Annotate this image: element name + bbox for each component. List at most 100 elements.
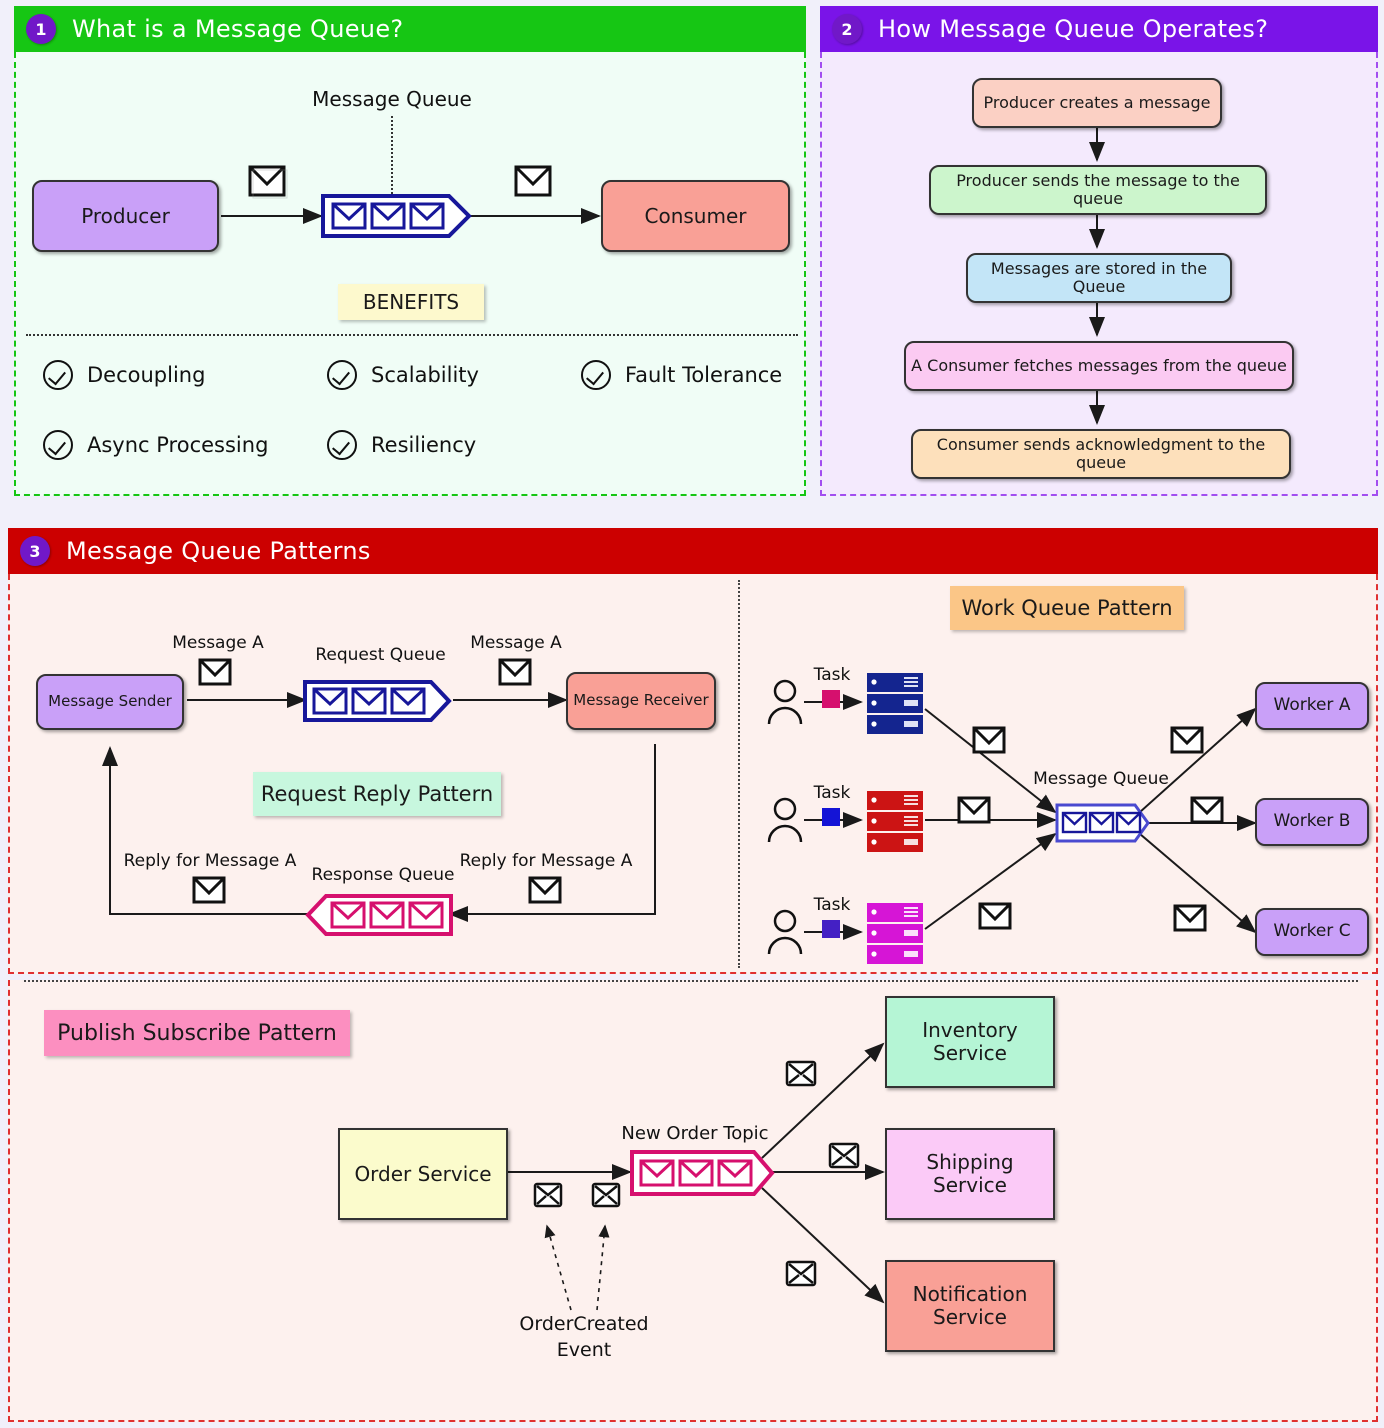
label-reply-right: Reply for Message A — [459, 851, 633, 871]
closed-envelope-icon — [533, 1180, 563, 1214]
closed-envelope-icon — [591, 1180, 621, 1214]
benefits-divider — [26, 334, 798, 336]
user-icon — [766, 796, 804, 848]
request-queue-widget[interactable] — [303, 678, 455, 728]
server-icon — [866, 790, 924, 856]
inventory-service-line1: Inventory — [922, 1018, 1018, 1042]
panel-what-is-a-message-queue: 1 What is a Message Queue? Message Queue… — [14, 6, 806, 496]
panel3-lower-body: Publish Subscribe Pattern Order Service … — [8, 980, 1378, 1422]
node-producer[interactable]: Producer — [32, 180, 219, 252]
label-task-2: Task — [813, 783, 851, 803]
closed-envelope-icon — [828, 1140, 860, 1176]
node-worker-c[interactable]: Worker C — [1255, 908, 1369, 956]
flow-step-5[interactable]: Consumer sends acknowledgment to the que… — [911, 429, 1291, 479]
response-queue-widget[interactable] — [304, 892, 454, 942]
label-ordercreated-event-line1: OrderCreated — [519, 1313, 649, 1335]
label-task-3: Task — [813, 895, 851, 915]
node-message-receiver[interactable]: Message Receiver — [566, 672, 716, 730]
benefit-label: Resiliency — [371, 433, 477, 457]
node-inventory-service[interactable]: Inventory Service — [885, 996, 1055, 1088]
label-message-a-right: Message A — [470, 633, 562, 653]
envelope-icon — [972, 726, 1008, 762]
envelope-icon — [192, 876, 228, 912]
benefit-label: Scalability — [371, 363, 479, 387]
envelope-icon — [1173, 904, 1209, 940]
panel2-body: Producer creates a message Producer send… — [820, 52, 1378, 496]
tag-publish-subscribe-pattern: Publish Subscribe Pattern — [44, 1010, 350, 1056]
server-icon — [866, 902, 924, 968]
envelope-icon — [198, 658, 234, 694]
panel3-upper-body: Message A Request Queue Message Sender M… — [8, 574, 1378, 974]
notification-service-line1: Notification — [912, 1282, 1028, 1306]
panel2-number-badge: 2 — [832, 14, 862, 44]
task-marker — [822, 920, 840, 938]
envelope-icon — [498, 658, 534, 694]
closed-envelope-icon — [785, 1058, 817, 1094]
user-icon — [766, 908, 804, 960]
pattern-separator — [738, 580, 740, 968]
panel2-title: How Message Queue Operates? — [878, 15, 1269, 43]
envelope-icon — [957, 796, 993, 832]
tag-work-queue-pattern: Work Queue Pattern — [950, 586, 1184, 630]
panel-message-queue-patterns: 3 Message Queue Patterns Message A Reque… — [8, 528, 1378, 1422]
label-task-1: Task — [813, 665, 851, 685]
envelope-icon — [247, 164, 289, 206]
work-message-queue-widget[interactable] — [1055, 802, 1151, 848]
user-icon — [766, 678, 804, 730]
envelope-icon — [1190, 796, 1226, 832]
node-shipping-service[interactable]: Shipping Service — [885, 1128, 1055, 1220]
envelope-icon — [528, 876, 564, 912]
benefits-title: BENEFITS — [338, 284, 484, 320]
panel1-queue-leader — [391, 116, 393, 202]
panel1-number-badge: 1 — [26, 14, 56, 44]
tag-request-reply-pattern: Request Reply Pattern — [253, 772, 501, 816]
envelope-icon — [513, 164, 555, 206]
check-icon — [327, 430, 357, 460]
message-queue-widget[interactable] — [321, 192, 473, 244]
task-marker — [822, 690, 840, 708]
envelope-icon — [1170, 726, 1206, 762]
node-message-sender[interactable]: Message Sender — [36, 674, 184, 730]
panel1-arrow-producer-to-queue — [221, 208, 601, 224]
infographic-page: 1 What is a Message Queue? Message Queue… — [0, 0, 1384, 1428]
check-icon — [327, 360, 357, 390]
pubsub-divider — [24, 980, 1358, 982]
node-worker-a[interactable]: Worker A — [1255, 682, 1369, 730]
check-icon — [581, 360, 611, 390]
flow-step-1[interactable]: Producer creates a message — [972, 78, 1222, 128]
envelope-icon — [978, 902, 1014, 938]
server-icon — [866, 672, 924, 738]
panel3-number-badge: 3 — [20, 536, 50, 566]
closed-envelope-icon — [785, 1258, 817, 1294]
panel2-header: 2 How Message Queue Operates? — [820, 6, 1378, 52]
label-request-queue: Request Queue — [315, 645, 446, 665]
inventory-service-line2: Service — [933, 1041, 1007, 1065]
label-ordercreated-event-line2: Event — [556, 1339, 612, 1361]
flow-step-3[interactable]: Messages are stored in the Queue — [966, 253, 1232, 303]
panel3-header: 3 Message Queue Patterns — [8, 528, 1378, 574]
node-order-service[interactable]: Order Service — [338, 1128, 508, 1220]
label-message-a-left: Message A — [172, 633, 264, 653]
new-order-topic-widget[interactable] — [630, 1148, 776, 1202]
benefit-label: Decoupling — [87, 363, 206, 387]
panel1-header: 1 What is a Message Queue? — [14, 6, 806, 52]
label-work-message-queue: Message Queue — [1033, 769, 1169, 789]
panel3-title: Message Queue Patterns — [66, 537, 371, 565]
check-icon — [43, 360, 73, 390]
label-reply-left: Reply for Message A — [123, 851, 297, 871]
flow-step-2[interactable]: Producer sends the message to the queue — [929, 165, 1267, 215]
node-notification-service[interactable]: Notification Service — [885, 1260, 1055, 1352]
panel1-queue-caption: Message Queue — [312, 87, 472, 111]
panel1-title: What is a Message Queue? — [72, 15, 404, 43]
task-marker — [822, 808, 840, 826]
flow-step-4[interactable]: A Consumer fetches messages from the que… — [904, 341, 1294, 391]
node-worker-b[interactable]: Worker B — [1255, 798, 1369, 846]
label-response-queue: Response Queue — [311, 865, 455, 885]
notification-service-line2: Service — [933, 1305, 1007, 1329]
panel1-body: Message Queue Producer Consumer BENEFITS… — [14, 52, 806, 496]
label-new-order-topic: New Order Topic — [621, 1123, 769, 1144]
benefit-label: Fault Tolerance — [625, 363, 783, 387]
panel-how-message-queue-operates: 2 How Message Queue Operates? Producer c… — [820, 6, 1378, 496]
check-icon — [43, 430, 73, 460]
node-consumer[interactable]: Consumer — [601, 180, 790, 252]
